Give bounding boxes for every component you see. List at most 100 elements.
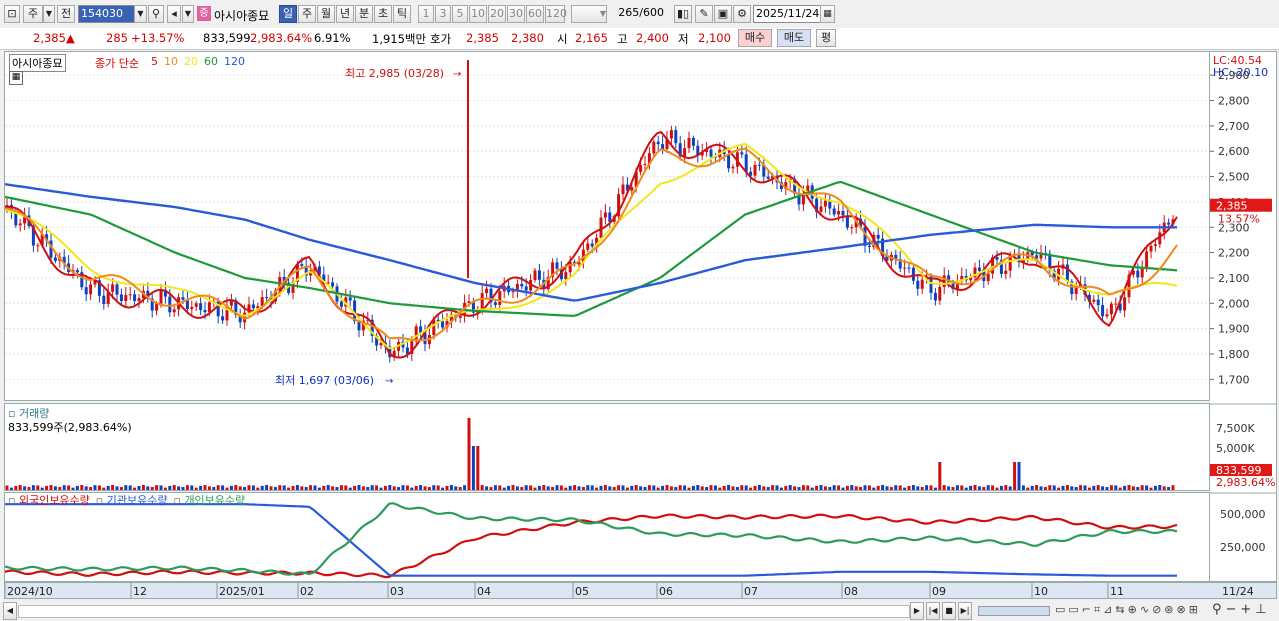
period-button[interactable]: 틱: [393, 5, 411, 23]
buy-button[interactable]: 매수: [738, 29, 772, 47]
volume-bar: [603, 485, 607, 490]
candle-body: [819, 206, 823, 212]
candle-body: [203, 310, 207, 313]
volume-bar: [969, 485, 973, 490]
date-input[interactable]: 2025/11/24: [753, 5, 823, 23]
volume-bar: [1145, 485, 1149, 490]
ma-legend-item: 60: [204, 55, 218, 68]
speaker-dropdown-icon[interactable]: ▼: [182, 5, 194, 23]
interval-button[interactable]: 3: [435, 5, 451, 23]
y-tick-label: 2,900: [1218, 69, 1250, 82]
volume-bar: [128, 485, 132, 490]
bottom-toolbar: ◀ ▶ |◀ ■ ▶| ▭▭⌐⌗⊿⇆⊕∿⊘⊛⊗⊞ ⚲−+⊥: [0, 600, 1279, 621]
volume-bar: [502, 487, 506, 490]
x-tick-label: 10: [1034, 585, 1048, 598]
period-button[interactable]: 초: [374, 5, 392, 23]
period-button[interactable]: 년: [336, 5, 354, 23]
volume-bar: [102, 487, 106, 490]
volume-bar: [951, 487, 955, 490]
count-field[interactable]: 265/600: [610, 5, 666, 23]
interval-button[interactable]: 1: [418, 5, 434, 23]
gear-icon[interactable]: ⚙: [733, 5, 751, 23]
volume-bar: [331, 486, 335, 490]
volume-bar: [656, 487, 660, 490]
volume-bar: [489, 487, 493, 490]
interval-button[interactable]: 30: [507, 5, 525, 23]
drawing-tools-icon[interactable]: ▭▭⌐⌗⊿⇆⊕∿⊘⊛⊗⊞: [1055, 603, 1201, 617]
volume-bar: [335, 487, 339, 490]
prev-button[interactable]: 전: [57, 5, 75, 23]
speaker-icon[interactable]: ◂: [167, 5, 181, 23]
chart-stock-name: 아시아종묘: [9, 54, 66, 72]
period-dropdown[interactable]: ▼: [571, 5, 607, 23]
code-input[interactable]: 154030: [78, 5, 136, 23]
eval-button[interactable]: 평: [816, 29, 836, 47]
scroll-left-icon[interactable]: ◀: [3, 602, 17, 620]
volume-bar: [850, 485, 854, 490]
tools-icon[interactable]: ✎: [695, 5, 713, 23]
volume-bar: [1118, 487, 1122, 490]
save-icon[interactable]: ▣: [714, 5, 732, 23]
volume-bar: [1140, 485, 1144, 490]
volume-bar: [815, 485, 819, 490]
price-chart: 최고 2,985 (03/28) → 최저 1,697 (03/06) →: [4, 60, 1209, 387]
scroll-right-icon[interactable]: ▶: [910, 602, 924, 620]
volume-bar: [199, 485, 203, 490]
interval-button[interactable]: 120: [545, 5, 567, 23]
volume-bar: [810, 487, 814, 490]
volume-bar: [1167, 487, 1171, 490]
sell-button[interactable]: 매도: [777, 29, 811, 47]
period-button[interactable]: 월: [317, 5, 335, 23]
volume-bar: [14, 485, 18, 490]
volume-bar: [691, 485, 695, 490]
volume-bar: [449, 485, 453, 490]
scrollbar-track[interactable]: [18, 605, 910, 618]
search-icon[interactable]: ⚲: [148, 5, 164, 23]
volume-bar: [106, 485, 110, 490]
volume-bar: [383, 485, 387, 490]
holdings-legend-item: ▫ 개인보유수량: [173, 494, 245, 507]
candle-type-icon[interactable]: ▮▯: [674, 5, 692, 23]
candle-body: [608, 212, 612, 222]
last-icon[interactable]: ▶|: [958, 602, 972, 620]
zoom-icons[interactable]: ⚲−+⊥: [1212, 602, 1271, 617]
interval-button[interactable]: 20: [488, 5, 506, 23]
volume-bar: [524, 485, 528, 490]
volume-bar: [837, 485, 841, 490]
market-dropdown-icon[interactable]: ▼: [43, 5, 55, 23]
interval-button[interactable]: 60: [526, 5, 544, 23]
interval-button[interactable]: 5: [452, 5, 468, 23]
y-tick-label: 2,800: [1218, 95, 1250, 108]
volume-bar: [282, 485, 286, 490]
first-icon[interactable]: |◀: [926, 602, 940, 620]
volume-bar: [555, 485, 559, 490]
volume-bar: [740, 485, 744, 490]
price-chart-panel[interactable]: 최고 2,985 (03/28) → 최저 1,697 (03/06) → 아시아종묘…: [4, 51, 1210, 401]
volume-chart-panel[interactable]: ▫ 거래량 833,599주(2,983.64%): [4, 403, 1210, 491]
table-icon[interactable]: ▦: [9, 71, 23, 85]
holdings-chart-panel[interactable]: ▫ 외국인보유수량 ▫ 기관보유수량 ▫ 개인보유수량: [4, 492, 1210, 582]
volume-bar: [1149, 487, 1153, 490]
zoom-slider[interactable]: [978, 606, 1050, 616]
volume-bar: [942, 485, 946, 490]
window-icon[interactable]: ⊡: [4, 5, 20, 23]
interval-button[interactable]: 10: [469, 5, 487, 23]
y-tick-label: 2,100: [1218, 272, 1250, 285]
volume-bar: [669, 486, 673, 490]
period-button[interactable]: 분: [355, 5, 373, 23]
volume-bar: [595, 487, 599, 490]
volume-bar: [62, 485, 66, 490]
volume-bar: [313, 485, 317, 490]
candle-body: [520, 283, 524, 287]
period-button[interactable]: 일: [279, 5, 297, 23]
market-select[interactable]: 주: [23, 5, 43, 23]
calendar-icon[interactable]: ▦: [820, 5, 835, 23]
candle-body: [414, 326, 418, 342]
candle-body: [128, 294, 132, 296]
candle-body: [133, 294, 137, 301]
volume-bar: [933, 487, 937, 490]
period-button[interactable]: 주: [298, 5, 316, 23]
code-dropdown-icon[interactable]: ▼: [134, 5, 147, 23]
stop-icon[interactable]: ■: [942, 602, 956, 620]
candle-body: [493, 302, 497, 305]
